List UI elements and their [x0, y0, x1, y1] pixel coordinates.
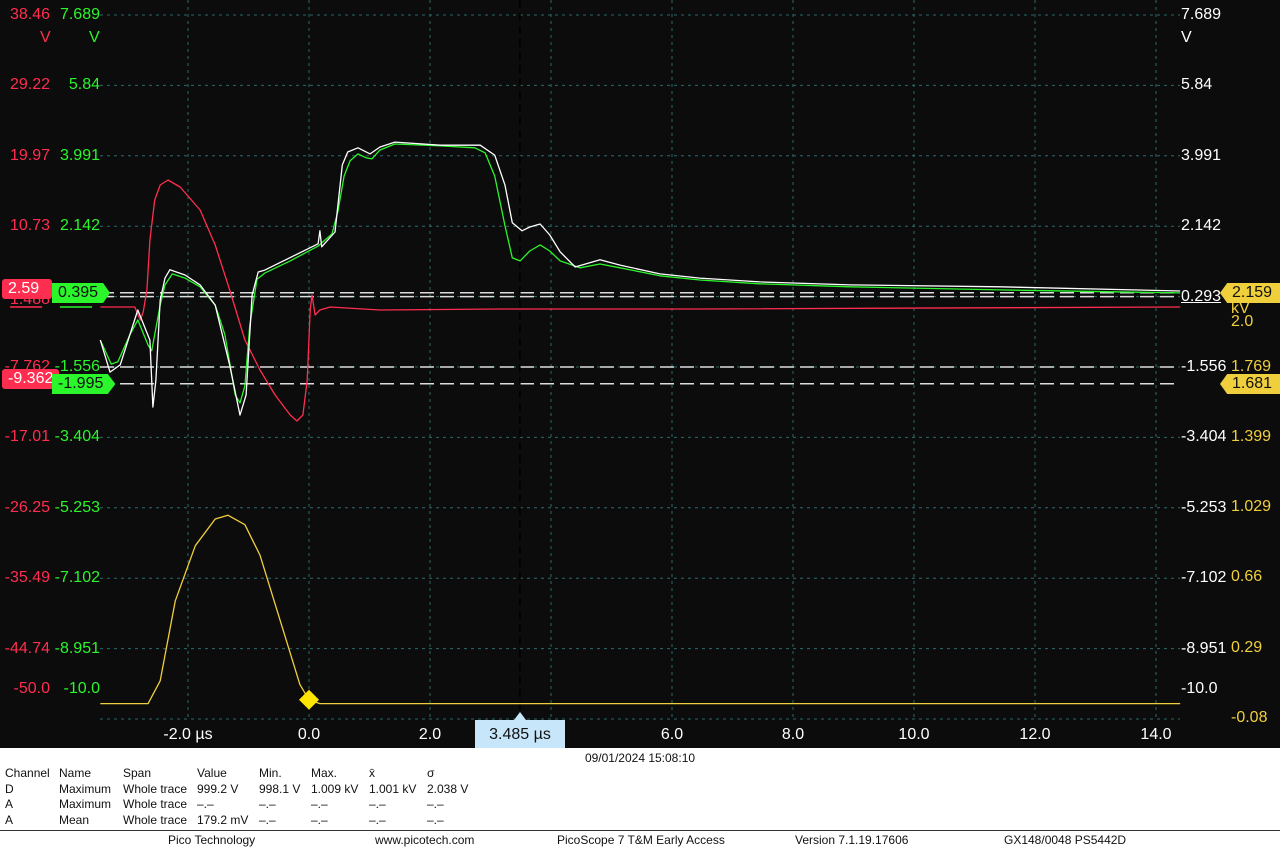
- table-cell: 1.001 kV: [369, 781, 417, 796]
- green-axis-label: 7.689: [59, 6, 100, 23]
- white-axis-label: 2.142: [1181, 217, 1222, 235]
- table-row: A Maximum Whole trace –.– –.– –.– –.– –.–: [3, 797, 470, 813]
- column-header: σ: [427, 766, 435, 780]
- footer-device: GX148/0048 PS5442D: [1004, 833, 1127, 847]
- table-cell: 179.2 mV: [197, 812, 249, 827]
- white-axis-label: -5.253: [1181, 498, 1227, 516]
- table-cell: –.–: [259, 797, 276, 811]
- table-cell: 999.2 V: [197, 781, 239, 796]
- table-cell: A: [5, 797, 14, 811]
- measurements-table: Channel Name Span Value Min. Max. x̄ σ D…: [3, 766, 470, 828]
- red-ruler-marker-lower[interactable]: -9.362: [2, 369, 60, 389]
- time-axis-tick: 12.0: [1019, 726, 1051, 743]
- column-header: Max.: [311, 766, 338, 780]
- table-cell: Whole trace: [123, 797, 188, 811]
- yellow-axis-label: 1.029: [1231, 498, 1272, 515]
- trigger-marker-icon[interactable]: [299, 689, 319, 710]
- table-cell: –.–: [259, 812, 276, 827]
- scope-view[interactable]: 38.46 29.22 19.97 10.73 1.488 -7.762 -17.01 -26…: [0, 0, 1280, 748]
- column-header: Span: [123, 766, 152, 780]
- yellow-axis-label: -0.08: [1231, 709, 1268, 726]
- time-axis-tick: -2.0 µs: [163, 726, 213, 743]
- white-axis-label: -3.404: [1181, 428, 1227, 446]
- green-ruler-marker-upper[interactable]: 0.395: [52, 283, 111, 303]
- table-cell: –.–: [311, 812, 328, 827]
- column-header: Name: [59, 766, 92, 780]
- table-cell: 998.1 V: [259, 781, 301, 796]
- green-axis-label: 2.142: [59, 217, 100, 235]
- yellow-ruler-marker-lower[interactable]: 1.681: [1220, 374, 1280, 394]
- table-row: A Mean Whole trace 179.2 mV –.– –.– –.– –.–: [3, 813, 470, 829]
- footer-company: Pico Technology: [168, 833, 256, 847]
- capture-timestamp: 09/01/2024 15:08:10: [584, 751, 696, 765]
- yellow-axis-label: 0.29: [1231, 639, 1263, 656]
- red-ruler-marker-upper[interactable]: 2.59: [2, 279, 52, 299]
- time-cursor-label[interactable]: 3.485 µs: [475, 720, 565, 748]
- yellow-axis-label: 0.66: [1231, 568, 1263, 585]
- footer-website: www.picotech.com: [375, 833, 475, 847]
- table-cell: 2.038 V: [427, 781, 469, 796]
- white-axis-label: -8.951: [1181, 639, 1227, 657]
- white-axis-label: -10.0: [1181, 680, 1218, 697]
- column-header: x̄: [369, 766, 375, 780]
- waveform-plot[interactable]: [0, 0, 1280, 748]
- table-cell: Maximum: [59, 781, 112, 796]
- column-header: Value: [197, 766, 227, 780]
- white-axis-label: 5.84: [1181, 76, 1213, 94]
- time-axis-tick: 14.0: [1140, 726, 1172, 743]
- green-axis-unit: V: [89, 29, 100, 46]
- column-header: Min.: [259, 766, 282, 780]
- green-ruler-marker-lower[interactable]: -1.995: [52, 374, 116, 394]
- table-cell: Whole trace: [123, 812, 188, 827]
- table-cell: –.–: [427, 812, 444, 827]
- table-cell: –.–: [369, 797, 386, 811]
- green-axis-label: -7.102: [54, 569, 100, 587]
- footer-product: PicoScope 7 T&M Early Access: [557, 833, 725, 847]
- table-cell: Whole trace: [123, 781, 188, 796]
- green-trace: [99, 143, 1181, 404]
- time-axis-tick: 2.0: [418, 726, 442, 743]
- green-axis-label: 5.84: [68, 76, 100, 94]
- yellow-axis-label: 1.399: [1231, 428, 1272, 445]
- cursor-handle-icon[interactable]: [514, 712, 526, 720]
- table-cell: A: [5, 812, 14, 827]
- white-axis-label: 0.293: [1181, 287, 1222, 305]
- table-cell: –.–: [311, 797, 328, 811]
- white-axis-label: -1.556: [1181, 358, 1227, 375]
- table-header-row: Channel Name Span Value Min. Max. x̄ σ: [3, 766, 470, 782]
- column-header: Channel: [5, 766, 50, 780]
- white-axis-label: -7.102: [1181, 569, 1227, 587]
- white-axis-label: 3.991: [1181, 146, 1222, 164]
- table-row: D Maximum Whole trace 999.2 V 998.1 V 1.009 k…: [3, 782, 470, 798]
- white-axis-unit: V: [1181, 29, 1192, 46]
- table-cell: –.–: [369, 812, 386, 827]
- green-axis-label: -3.404: [54, 428, 100, 446]
- green-axis-label: -10.0: [63, 680, 100, 697]
- yellow-ruler-marker-upper[interactable]: 2.159: [1220, 283, 1280, 303]
- green-axis-label: -8.951: [54, 639, 100, 657]
- time-axis-tick: 0.0: [297, 726, 321, 743]
- white-axis-label: 7.689: [1181, 6, 1222, 23]
- yellow-axis-label: 1.769: [1231, 358, 1272, 375]
- footer: Pico Technology www.picotech.com PicoSco…: [0, 830, 1280, 847]
- yellow-trace: [100, 514, 1181, 705]
- red-trace: [100, 179, 1181, 422]
- table-cell: –.–: [197, 797, 214, 811]
- green-axis-label: 3.991: [59, 146, 100, 164]
- yellow-axis-unit: kV: [1231, 300, 1250, 317]
- table-cell: D: [5, 781, 14, 796]
- time-axis-tick: 6.0: [660, 726, 684, 743]
- table-cell: –.–: [427, 797, 444, 811]
- table-cell: 1.009 kV: [311, 781, 359, 796]
- table-cell: Mean: [59, 812, 90, 827]
- red-axis-unit: V: [40, 29, 51, 46]
- green-axis-label: -5.253: [54, 498, 100, 516]
- table-cell: Maximum: [59, 797, 112, 811]
- footer-version: Version 7.1.19.17606: [795, 833, 909, 847]
- time-axis-tick: 8.0: [781, 726, 805, 743]
- time-axis-tick: 10.0: [898, 726, 930, 743]
